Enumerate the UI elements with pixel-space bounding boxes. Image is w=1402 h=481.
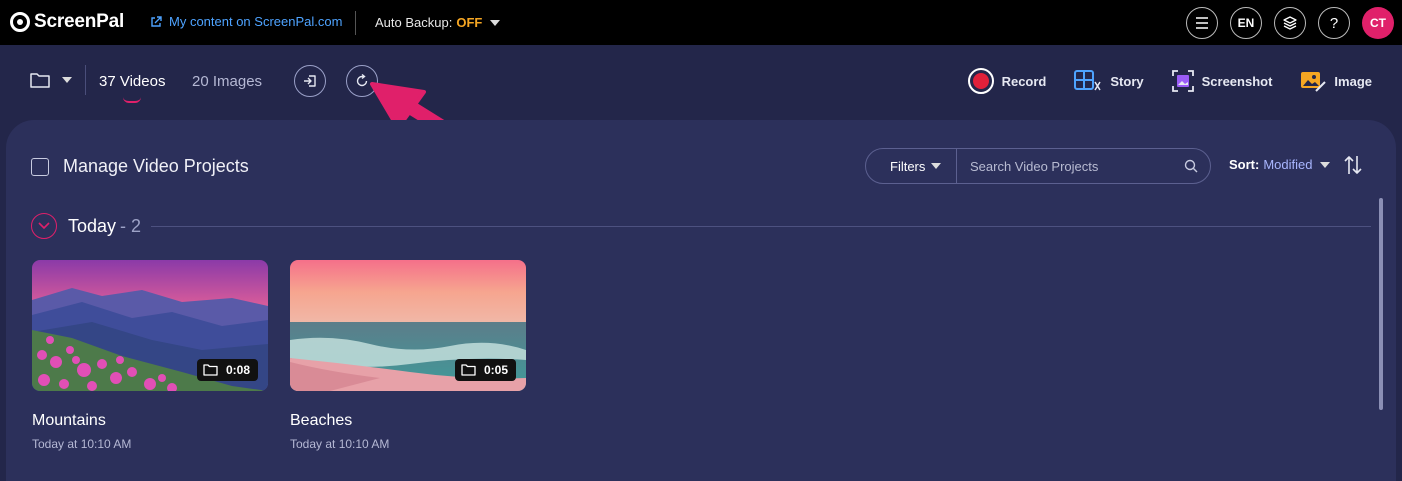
tab-active-indicator xyxy=(123,97,141,103)
logo-text: ScreenPal xyxy=(34,11,125,32)
record-label: Record xyxy=(1001,73,1047,89)
layers-button[interactable] xyxy=(1274,7,1306,39)
folder-icon xyxy=(203,364,218,376)
video-thumbnail[interactable]: 0:08 xyxy=(32,260,268,391)
folder-dropdown[interactable] xyxy=(30,72,72,88)
image-icon xyxy=(1301,72,1327,92)
content-toolbar: 37 Videos 20 Images Record Story Screens… xyxy=(0,45,1402,120)
video-projects-panel: Manage Video Projects Filters Sort: Modi… xyxy=(6,120,1396,481)
search-bar: Filters xyxy=(865,148,1211,184)
section-today: Today - 2 xyxy=(31,213,1371,239)
story-label: Story xyxy=(1110,73,1144,89)
top-bar: ScreenPal My content on ScreenPal.com Au… xyxy=(0,0,1402,45)
topbar-divider xyxy=(355,11,356,35)
sort-order-icon[interactable] xyxy=(1342,154,1364,176)
filters-dropdown[interactable]: Filters xyxy=(866,149,957,183)
search-icon[interactable] xyxy=(1184,159,1198,173)
manage-projects[interactable]: Manage Video Projects xyxy=(31,156,249,177)
folder-icon xyxy=(461,364,476,376)
duration-text: 0:05 xyxy=(483,363,508,377)
duration-badge: 0:05 xyxy=(454,359,516,381)
menu-button[interactable] xyxy=(1186,7,1218,39)
sort-value: Modified xyxy=(1263,157,1313,172)
manage-label: Manage Video Projects xyxy=(63,156,249,176)
section-title: Today xyxy=(68,215,117,236)
chevron-down-icon xyxy=(38,222,50,230)
duration-text: 0:08 xyxy=(225,363,250,377)
duration-badge: 0:08 xyxy=(196,359,258,381)
video-date: Today at 10:10 AM xyxy=(290,437,390,451)
layers-icon xyxy=(1283,16,1297,30)
record-icon xyxy=(967,68,994,94)
video-date: Today at 10:10 AM xyxy=(32,437,132,451)
collapse-section-button[interactable] xyxy=(31,213,57,239)
section-count: - 2 xyxy=(120,215,142,236)
record-button[interactable]: Record xyxy=(967,68,1047,94)
chevron-down-icon xyxy=(490,19,501,26)
story-icon xyxy=(1074,70,1102,91)
manage-checkbox[interactable] xyxy=(31,157,49,176)
external-link-icon xyxy=(151,15,162,27)
toolbar-divider xyxy=(85,65,86,95)
auto-backup-dropdown[interactable]: Auto Backup: OFF xyxy=(375,15,501,30)
tab-videos[interactable]: 37 Videos xyxy=(99,73,165,90)
auto-backup-value: OFF xyxy=(456,15,483,30)
screenshot-button[interactable]: Screenshot xyxy=(1171,70,1273,92)
video-card[interactable]: 0:05 Beaches Today at 10:10 AM xyxy=(290,260,526,451)
import-icon xyxy=(304,75,316,87)
language-button[interactable]: EN xyxy=(1230,7,1262,39)
section-divider xyxy=(151,225,1371,227)
my-content-link[interactable]: My content on ScreenPal.com xyxy=(150,14,342,29)
user-avatar[interactable]: CT xyxy=(1362,7,1394,39)
video-title[interactable]: Beaches xyxy=(290,412,526,430)
hamburger-icon xyxy=(1196,17,1208,29)
screenpal-logo[interactable]: ScreenPal xyxy=(10,11,124,33)
video-thumbnail[interactable]: 0:05 xyxy=(290,260,526,391)
video-title[interactable]: Mountains xyxy=(32,412,268,430)
refresh-icon xyxy=(356,74,368,87)
scrollbar[interactable] xyxy=(1379,198,1383,410)
tab-images[interactable]: 20 Images xyxy=(192,73,262,90)
my-content-site: ScreenPal.com xyxy=(254,14,343,29)
screenshot-icon xyxy=(1171,70,1194,92)
sort-label: Sort: xyxy=(1229,157,1260,172)
help-button[interactable]: ? xyxy=(1318,7,1350,39)
sort-dropdown[interactable]: Sort: Modified xyxy=(1229,157,1331,172)
my-content-prefix: My content on xyxy=(169,14,255,29)
logo-icon xyxy=(10,12,30,32)
story-button[interactable]: Story xyxy=(1074,70,1144,92)
filters-label: Filters xyxy=(890,158,926,174)
chevron-down-icon xyxy=(1320,161,1331,168)
image-button[interactable]: Image xyxy=(1300,70,1372,92)
video-card[interactable]: 0:08 Mountains Today at 10:10 AM xyxy=(32,260,268,451)
search-input[interactable] xyxy=(957,158,1184,174)
folder-icon xyxy=(30,73,50,88)
auto-backup-label: Auto Backup: xyxy=(375,15,453,30)
chevron-down-icon xyxy=(62,77,72,83)
chevron-down-icon xyxy=(931,163,942,169)
image-label: Image xyxy=(1334,73,1372,89)
import-button[interactable] xyxy=(294,65,326,97)
screenshot-label: Screenshot xyxy=(1201,73,1273,89)
